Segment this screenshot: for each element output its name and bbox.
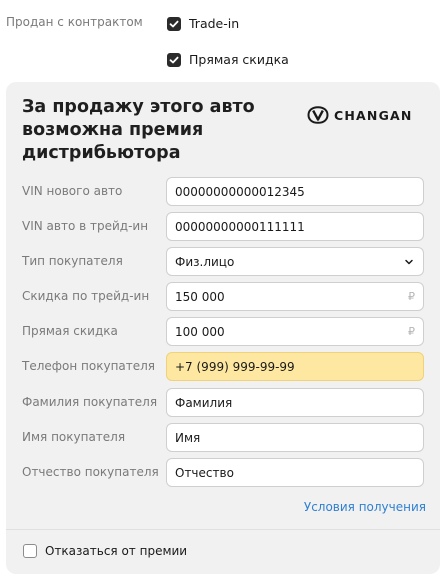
buyer-patronymic-value: Отчество <box>175 465 234 480</box>
buyer-patronymic-input[interactable]: Отчество <box>166 458 424 487</box>
checkmark-icon <box>169 20 179 27</box>
trade-in-label: Trade-in <box>189 16 240 31</box>
buyer-phone-value: +7 (999) 999-99-99 <box>175 359 295 374</box>
ruble-sign: ₽ <box>408 325 415 338</box>
chevron-down-icon <box>405 259 413 264</box>
buyer-phone-input[interactable]: +7 (999) 999-99-99 <box>166 352 424 381</box>
direct-discount-checkbox[interactable] <box>167 52 181 67</box>
refuse-bonus-checkbox[interactable] <box>23 544 37 558</box>
direct-discount-label: Прямая скидка <box>189 52 289 67</box>
refuse-bonus-row[interactable]: Отказаться от премии <box>23 544 187 558</box>
buyer-first-name-label: Имя покупателя <box>22 430 126 444</box>
trade-in-checkbox[interactable] <box>167 16 181 31</box>
buyer-type-value: Физ.лицо <box>175 254 235 269</box>
trade-in-discount-input[interactable]: 150 000 ₽ <box>166 282 424 311</box>
buyer-last-name-label: Фамилия покупателя <box>22 395 158 409</box>
trade-in-checkbox-row[interactable]: Trade-in <box>167 16 239 31</box>
buyer-type-select[interactable]: Физ.лицо <box>166 247 424 276</box>
trade-in-discount-value: 150 000 <box>175 289 225 304</box>
vin-new-value: 00000000000012345 <box>175 184 305 199</box>
direct-discount-input[interactable]: 100 000 ₽ <box>166 317 424 346</box>
direct-discount-value: 100 000 <box>175 324 225 339</box>
buyer-last-name-input[interactable]: Фамилия <box>166 388 424 417</box>
vin-trade-in-input[interactable]: 00000000000111111 <box>166 212 424 241</box>
buyer-first-name-value: Имя <box>175 430 201 445</box>
buyer-patronymic-label: Отчество покупателя <box>22 465 159 479</box>
buyer-last-name-value: Фамилия <box>175 395 233 410</box>
brand-logo: CHANGAN <box>307 106 413 124</box>
trade-in-discount-label: Скидка по трейд-ин <box>22 289 150 303</box>
vin-new-input[interactable]: 00000000000012345 <box>166 177 424 206</box>
vin-trade-in-value: 00000000000111111 <box>175 219 305 234</box>
buyer-phone-label: Телефон покупателя <box>22 359 156 373</box>
refuse-bonus-label: Отказаться от премии <box>45 544 188 558</box>
distributor-bonus-card: За продажу этого авто возможна премия ди… <box>6 82 440 574</box>
buyer-type-label: Тип покупателя <box>22 254 123 268</box>
buyer-first-name-input[interactable]: Имя <box>166 423 424 452</box>
card-title: За продажу этого авто возможна премия ди… <box>22 97 255 163</box>
direct-discount-checkbox-row[interactable]: Прямая скидка <box>167 52 289 67</box>
vin-trade-in-label: VIN авто в трейд-ин <box>22 219 149 233</box>
changan-logo-icon <box>307 106 329 124</box>
vin-new-label: VIN нового авто <box>22 184 123 198</box>
direct-discount-field-label: Прямая скидка <box>22 324 118 338</box>
contract-label: Продан с контрактом <box>6 15 143 29</box>
brand-name: CHANGAN <box>334 107 413 123</box>
ruble-sign: ₽ <box>408 290 415 303</box>
checkmark-icon <box>169 56 179 63</box>
divider <box>6 529 440 530</box>
conditions-link[interactable]: Условия получения <box>304 500 426 514</box>
